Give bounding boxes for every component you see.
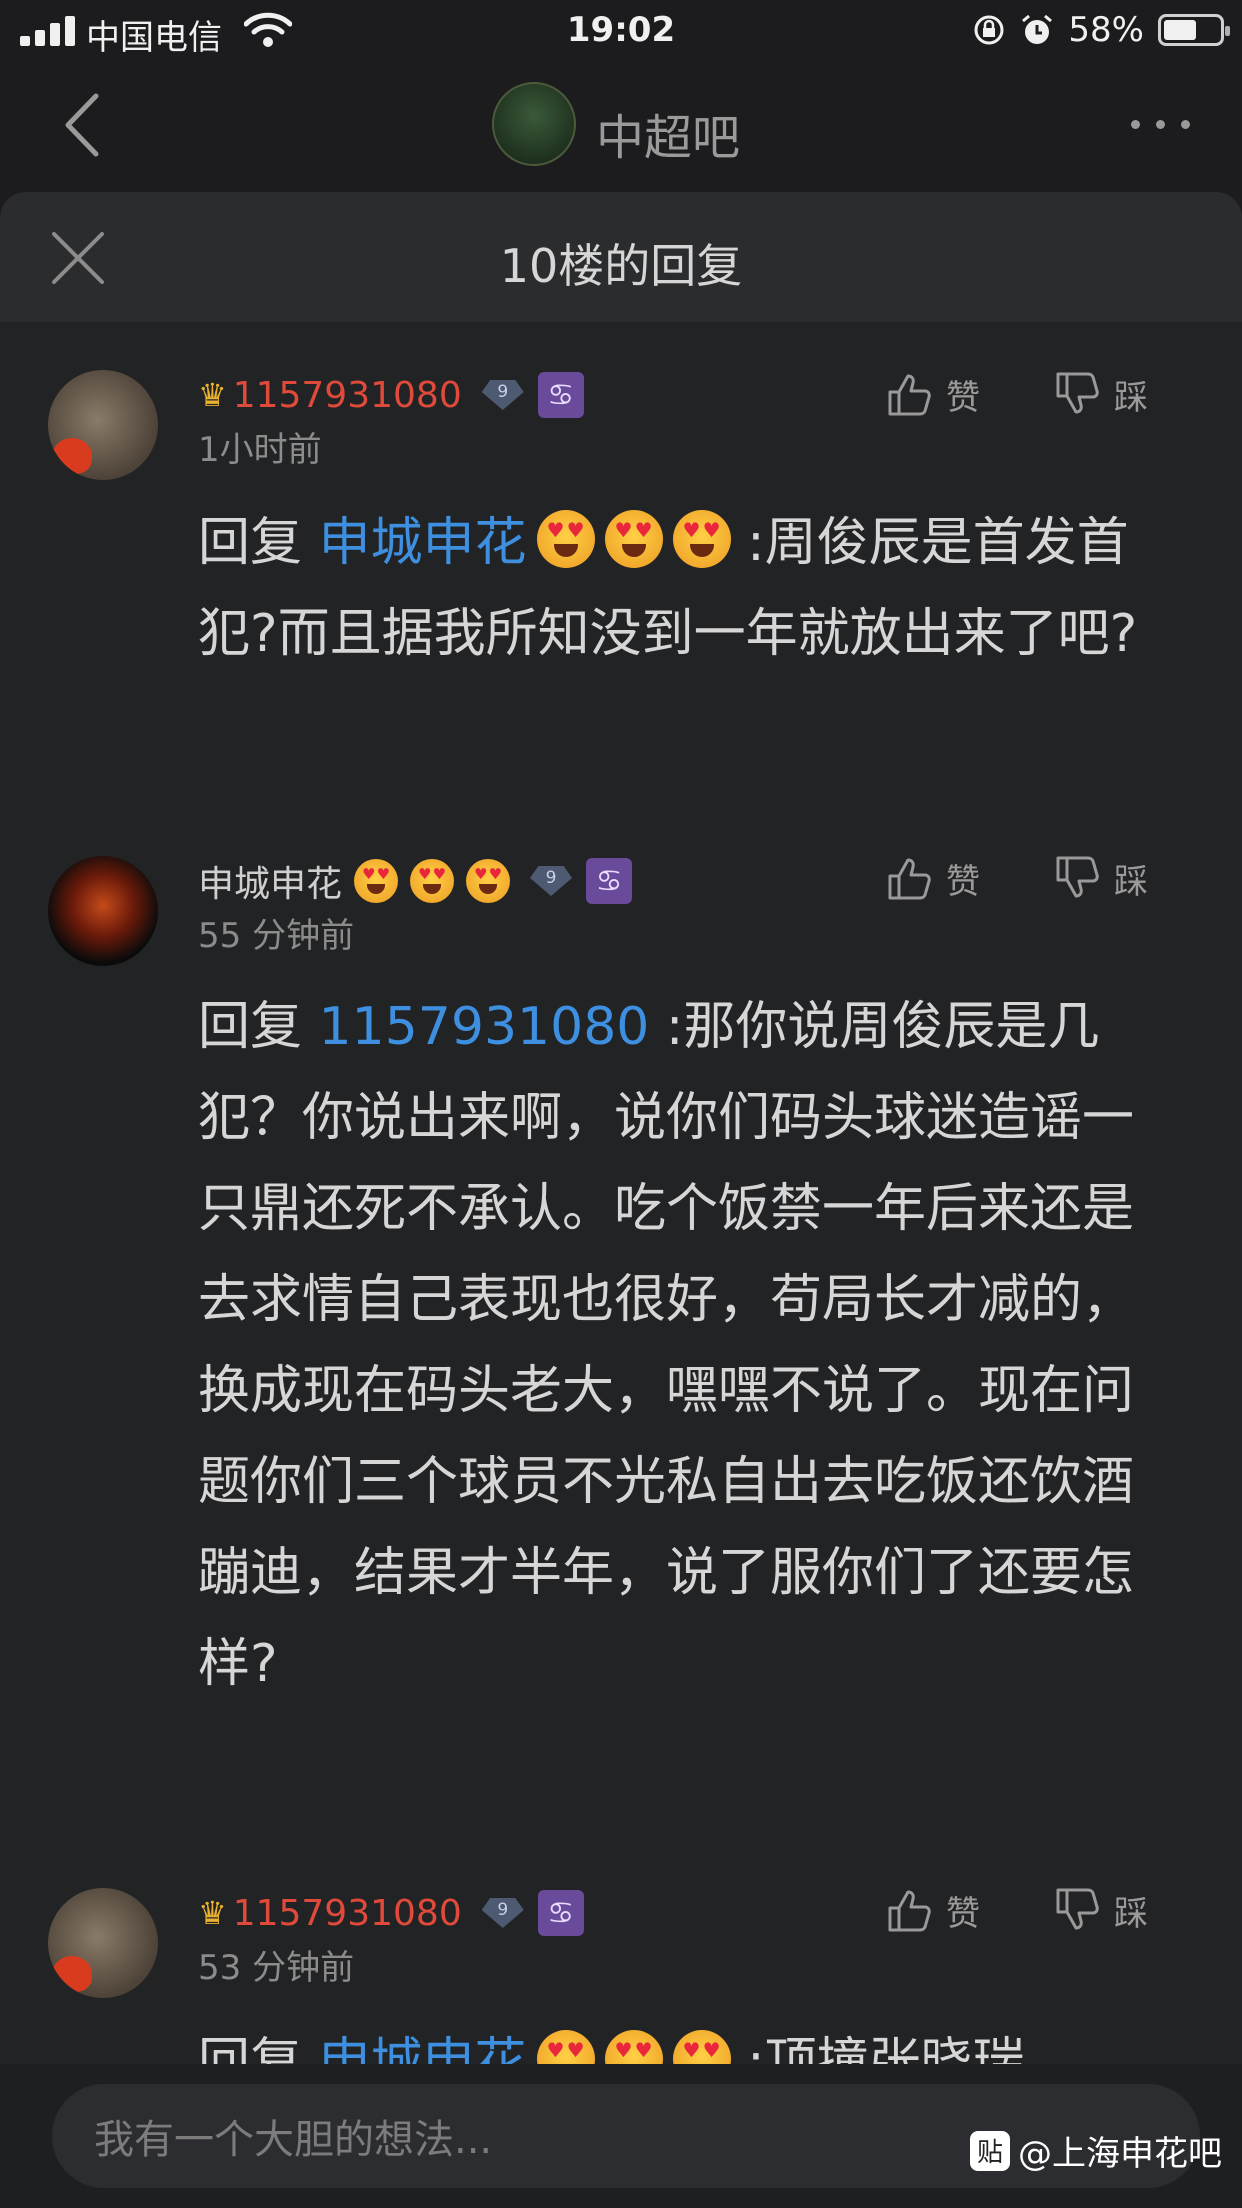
username[interactable]: 申城申花 (198, 855, 342, 907)
like-button[interactable]: 赞 (884, 852, 980, 904)
watermark: 贴 @上海申花吧 (970, 2126, 1222, 2175)
battery-icon (1158, 14, 1230, 46)
forum-name[interactable]: 中超吧 (596, 98, 740, 168)
like-label: 赞 (946, 1893, 980, 1934)
thumbs-down-icon (1056, 1888, 1099, 1930)
thumbs-up-icon (888, 858, 931, 900)
status-bar: 中国电信 19:02 58% (0, 0, 1242, 62)
back-button[interactable] (60, 92, 110, 158)
dislike-label: 踩 (1114, 1893, 1148, 1934)
watermark-text: @上海申花吧 (1018, 2134, 1222, 2174)
level-badge-icon: 9 (478, 378, 528, 412)
heart-eyes-emoji-icon (354, 859, 399, 903)
fan-badge-icon (52, 438, 92, 474)
fan-badge-icon (52, 1956, 92, 1992)
post-time: 55 分钟前 (198, 916, 355, 956)
like-button[interactable]: 赞 (884, 368, 980, 420)
rotation-lock-icon (974, 15, 1004, 45)
dislike-label: 踩 (1114, 861, 1148, 902)
zodiac-cancer-icon: ♋ (537, 372, 584, 418)
comment-text: 回复 申城申花 :周俊辰是首发首犯?而且据我所知没到一年就放出来了吧? (198, 498, 1158, 680)
battery-percent: 58% (1068, 10, 1144, 50)
username[interactable]: 1157931080 (233, 1893, 462, 1934)
more-icon[interactable] (1131, 120, 1190, 129)
alarm-icon (1022, 14, 1053, 44)
crown-icon: ♛ (198, 1894, 227, 1932)
post-time: 53 分钟前 (198, 1948, 355, 1988)
like-label: 赞 (946, 861, 980, 902)
avatar[interactable] (48, 1888, 158, 1998)
thumbs-up-icon (888, 374, 931, 416)
reply-sheet: 10楼的回复 ♛ 1157931080 9 ♋ 1小时前 赞 踩 回复 申城申花… (0, 192, 1242, 2208)
heart-eyes-emoji-icon (410, 859, 455, 903)
thumbs-down-icon (1056, 372, 1099, 414)
avatar[interactable] (48, 856, 158, 966)
dislike-button[interactable]: 踩 (1052, 368, 1148, 420)
comment-text: 回复 1157931080 :那你说周俊辰是几犯？你说出来啊，说你们码头球迷造谣… (198, 997, 1135, 1694)
username[interactable]: 1157931080 (233, 375, 462, 416)
mention-link[interactable]: 申城申花 (319, 513, 527, 573)
like-button[interactable]: 赞 (884, 1884, 980, 1936)
dislike-button[interactable]: 踩 (1052, 1884, 1148, 1936)
sheet-header: 10楼的回复 (0, 192, 1242, 322)
mention-link[interactable]: 1157931080 (319, 997, 650, 1057)
forum-logo[interactable] (492, 82, 576, 166)
level-badge-icon: 9 (478, 1896, 528, 1930)
avatar[interactable] (48, 370, 158, 480)
heart-eyes-emoji-icon (536, 510, 595, 568)
sheet-title: 10楼的回复 (499, 239, 743, 293)
thumbs-down-icon (1056, 856, 1099, 898)
zodiac-cancer-icon: ♋ (537, 1890, 584, 1936)
heart-eyes-emoji-icon (466, 859, 511, 903)
tieba-logo-icon: 贴 (970, 2130, 1010, 2171)
nav-bar: 中超吧 (0, 62, 1242, 192)
thumbs-up-icon (888, 1890, 931, 1932)
post-time: 1小时前 (198, 430, 322, 470)
dislike-label: 踩 (1114, 377, 1148, 418)
heart-eyes-emoji-icon (604, 510, 663, 568)
dislike-button[interactable]: 踩 (1052, 852, 1148, 904)
zodiac-cancer-icon: ♋ (586, 858, 633, 904)
level-badge-icon: 9 (526, 864, 576, 898)
heart-eyes-emoji-icon (672, 510, 731, 568)
crown-icon: ♛ (198, 376, 227, 414)
like-label: 赞 (946, 377, 980, 418)
